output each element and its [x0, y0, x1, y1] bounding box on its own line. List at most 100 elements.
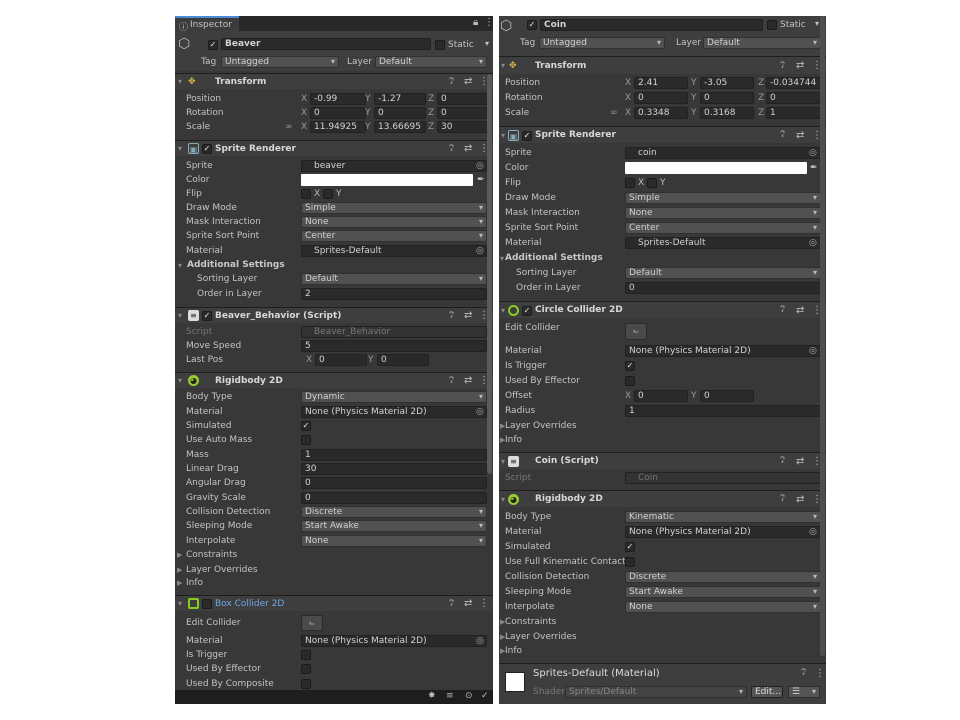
collapse-arrow-icon[interactable]: ▾ — [178, 599, 182, 608]
preset-icon[interactable]: ⇄ — [464, 76, 472, 87]
box-trigger-checkbox[interactable] — [301, 650, 311, 660]
additional-settings-foldout[interactable]: ▾ Additional Settings — [499, 251, 826, 265]
static-dropdown-icon[interactable]: ▾ — [485, 39, 489, 48]
link-icon[interactable]: ∞ — [610, 108, 618, 118]
object-picker-icon[interactable]: ◎ — [809, 238, 817, 248]
enabled-checkbox[interactable]: ✓ — [202, 144, 212, 154]
sleeping-dropdown[interactable]: Start Awake — [301, 520, 487, 532]
tab-inspector[interactable]: ⓘ Inspector — [175, 16, 239, 33]
script-header[interactable]: ▾ ≡ ✓ Beaver_Behavior (Script) ❔︎ ⇄ ⋮ — [175, 307, 493, 323]
scale-x-field[interactable]: 11.94925 — [310, 121, 366, 133]
sprite-field[interactable]: beaver — [301, 160, 487, 172]
collapse-arrow-icon[interactable]: ▾ — [500, 254, 504, 263]
expand-arrow-icon[interactable]: ▶ — [177, 566, 182, 574]
preset-icon[interactable]: ⇄ — [796, 494, 804, 505]
check-icon[interactable]: ✓ — [481, 691, 489, 701]
edit-collider-button[interactable]: ⨽ — [301, 615, 323, 631]
layer-dropdown[interactable]: Default — [375, 56, 487, 68]
position-x-field[interactable]: 2.41 — [634, 77, 688, 89]
help-icon[interactable]: ❔︎ — [449, 599, 454, 609]
last-pos-x-field[interactable]: 0 — [315, 354, 367, 366]
preset-icon[interactable]: ⇄ — [464, 598, 472, 609]
position-y-field[interactable]: -1.27 — [374, 93, 426, 105]
sort-point-dropdown[interactable]: Center — [625, 222, 821, 234]
coin-script-header[interactable]: ▾ ≡ Coin (Script) ❔︎ ⇄ ⋮ — [499, 452, 826, 469]
circle-layer-overrides-foldout[interactable]: ▶ Layer Overrides — [499, 419, 826, 433]
color-swatch[interactable] — [625, 162, 807, 174]
gravity-field[interactable]: 0 — [301, 492, 487, 504]
enabled-checkbox[interactable]: ✓ — [202, 311, 212, 321]
rotation-z-field[interactable]: 0 — [766, 92, 822, 104]
collapse-arrow-icon[interactable]: ▾ — [501, 306, 505, 315]
scale-z-field[interactable]: 30 — [437, 121, 489, 133]
bug-icon[interactable]: ✸ — [428, 691, 436, 701]
material-field[interactable]: Sprites-Default — [301, 245, 487, 257]
rb-material-field[interactable]: None (Physics Material 2D) — [301, 406, 487, 418]
circle-collider-header[interactable]: ▾ ✓ Circle Collider 2D ❔︎ ⇄ ⋮ — [499, 301, 826, 318]
enabled-checkbox[interactable]: ✓ — [522, 131, 532, 141]
circle-info-foldout[interactable]: ▶ Info — [499, 433, 826, 447]
flip-x-checkbox[interactable] — [301, 189, 311, 199]
scrollbar[interactable] — [820, 16, 825, 656]
box-composite-checkbox[interactable] — [301, 679, 311, 689]
help-icon[interactable]: ❔︎ — [780, 494, 785, 504]
offset-y-field[interactable]: 0 — [700, 390, 754, 402]
help-icon[interactable]: ❔︎ — [780, 130, 785, 140]
constraints-foldout[interactable]: ▶ Constraints — [175, 548, 493, 562]
link-icon[interactable]: ∞ — [285, 122, 293, 132]
mass-field[interactable]: 1 — [301, 449, 487, 461]
expand-arrow-icon[interactable]: ▶ — [177, 579, 182, 587]
preset-icon[interactable]: ⇄ — [796, 456, 804, 467]
rotation-y-field[interactable]: 0 — [374, 107, 426, 119]
flip-x-checkbox[interactable] — [625, 178, 635, 188]
full-kinematic-checkbox[interactable] — [625, 557, 635, 567]
sleeping-dropdown[interactable]: Start Awake — [625, 586, 821, 598]
layer-overrides-foldout[interactable]: ▶ Layer Overrides — [175, 563, 493, 577]
scale-y-field[interactable]: 13.66695 — [374, 121, 426, 133]
angular-drag-field[interactable]: 0 — [301, 477, 487, 489]
enabled-checkbox[interactable] — [202, 599, 212, 609]
body-type-dropdown[interactable]: Dynamic — [301, 391, 487, 403]
collapse-arrow-icon[interactable]: ▾ — [501, 495, 505, 504]
layer-dropdown[interactable]: Default — [703, 37, 821, 49]
sprite-renderer-header[interactable]: ▾ ▣ ✓ Sprite Renderer ❔︎ ⇄ ⋮ — [499, 126, 826, 143]
preset-icon[interactable]: ⇄ — [464, 143, 472, 154]
order-field[interactable]: 0 — [625, 282, 821, 294]
active-checkbox[interactable]: ✓ — [527, 20, 537, 30]
preset-icon[interactable]: ⇄ — [796, 130, 804, 141]
last-pos-y-field[interactable]: 0 — [377, 354, 429, 366]
draw-mode-dropdown[interactable]: Simple — [625, 192, 821, 204]
transform-header[interactable]: ▾ ✥ Transform ❔︎ ⇄ ⋮ — [499, 56, 826, 74]
help-icon[interactable]: ❔︎ — [449, 376, 454, 386]
collapse-arrow-icon[interactable]: ▾ — [501, 457, 505, 466]
shader-options-button[interactable]: ☰ — [788, 686, 820, 698]
enabled-checkbox[interactable]: ✓ — [522, 306, 532, 316]
more-icon[interactable]: ⋮ — [479, 598, 489, 609]
flip-y-checkbox[interactable] — [323, 189, 333, 199]
object-name-field[interactable]: Coin — [540, 19, 763, 31]
rotation-x-field[interactable]: 0 — [310, 107, 366, 119]
help-icon[interactable]: ❔︎ — [780, 305, 785, 315]
order-field[interactable]: 2 — [301, 288, 487, 300]
lock-icon[interactable]: 🔒︎ — [473, 17, 478, 28]
interpolate-dropdown[interactable]: None — [625, 601, 821, 613]
object-picker-icon[interactable]: ◎ — [476, 407, 484, 417]
constraints-foldout[interactable]: ▶ Constraints — [499, 615, 826, 629]
position-z-field[interactable]: -0.034744 — [766, 77, 822, 89]
eyedropper-icon[interactable]: ✒ — [810, 163, 818, 173]
transform-header[interactable]: ▾ ✥ Transform ❔︎ ⇄ ⋮ — [175, 73, 493, 89]
mask-dropdown[interactable]: None — [301, 216, 487, 228]
collapse-arrow-icon[interactable]: ▾ — [178, 144, 182, 153]
scale-x-field[interactable]: 0.3348 — [634, 107, 688, 119]
move-speed-field[interactable]: 5 — [301, 340, 487, 352]
help-icon[interactable]: ❔︎ — [449, 144, 454, 154]
expand-arrow-icon[interactable]: ▶ — [177, 551, 182, 559]
material-field[interactable]: Sprites-Default — [625, 237, 821, 249]
help-icon[interactable]: ❔︎ — [780, 456, 785, 466]
circle-trigger-checkbox[interactable]: ✓ — [625, 361, 635, 371]
help-icon[interactable]: ❔︎ — [801, 668, 806, 678]
sprite-renderer-header[interactable]: ▾ ▣ ✓ Sprite Renderer ❔︎ ⇄ ⋮ — [175, 140, 493, 156]
shader-dropdown[interactable]: Sprites/Default — [565, 686, 747, 698]
tag-dropdown[interactable]: Untagged — [221, 56, 339, 68]
sort-point-dropdown[interactable]: Center — [301, 230, 487, 242]
